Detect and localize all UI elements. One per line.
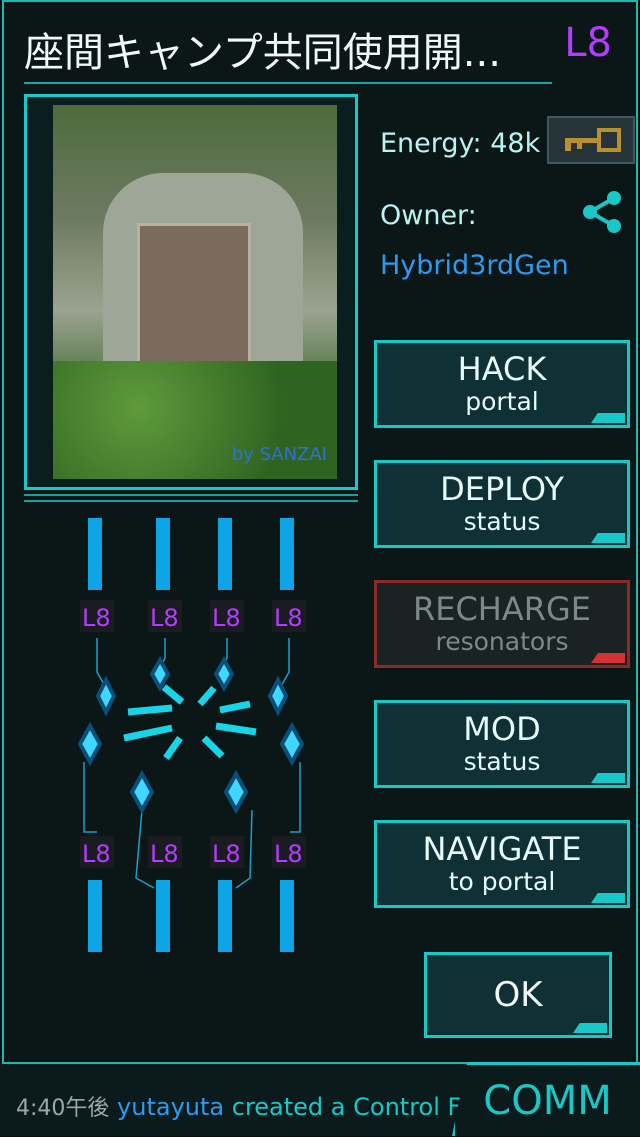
resonator-crystal-icon xyxy=(213,655,235,693)
resonator-energy-bar xyxy=(280,880,294,952)
deploy-status-button[interactable]: DEPLOY status xyxy=(374,460,630,548)
key-button[interactable] xyxy=(547,116,635,164)
comm-button[interactable]: COMM xyxy=(452,1062,640,1136)
portal-photo-frame[interactable]: by SANZAI xyxy=(24,94,358,490)
button-sublabel: to portal xyxy=(448,867,556,896)
resonator-diagram[interactable]: L8 L8 L8 L8 L8 L8 L8 L8 xyxy=(24,512,358,962)
button-label: RECHARGE xyxy=(413,590,591,628)
resonator-level: L8 xyxy=(82,604,111,632)
portal-panel: 座間キャンプ共同使用開... L8 by SANZAI Energy: 48k … xyxy=(2,0,638,1064)
resonator-level: L8 xyxy=(150,604,179,632)
owner-name-link[interactable]: Hybrid3rdGen xyxy=(380,250,569,281)
portal-photo[interactable]: by SANZAI xyxy=(53,105,337,479)
resonator-level: L8 xyxy=(150,840,179,868)
resonator-crystal-icon xyxy=(149,655,171,693)
title-divider xyxy=(24,82,552,84)
resonator-level: L8 xyxy=(212,604,241,632)
comm-feed-line[interactable]: 4:40午後 yutayuta created a Control Field xyxy=(16,1090,503,1122)
photo-plaque xyxy=(137,223,251,379)
ok-button[interactable]: OK xyxy=(424,952,612,1038)
resonator-energy-bar xyxy=(156,518,170,590)
button-sublabel: portal xyxy=(465,387,539,416)
resonator-crystals xyxy=(77,655,305,815)
top-resonator-bars xyxy=(88,518,294,590)
button-sublabel: status xyxy=(463,747,541,776)
resonator-links xyxy=(83,638,301,889)
resonator-level: L8 xyxy=(274,604,303,632)
key-icon xyxy=(565,128,621,152)
portal-title: 座間キャンプ共同使用開... xyxy=(24,30,501,76)
top-resonator-levels: L8 L8 L8 L8 xyxy=(80,600,306,632)
resonator-energy-bar xyxy=(218,518,232,590)
resonator-level: L8 xyxy=(82,840,111,868)
photo-divider xyxy=(24,494,358,496)
button-sublabel: resonators xyxy=(435,627,569,656)
resonator-level: L8 xyxy=(212,840,241,868)
resonator-crystal-icon xyxy=(267,675,289,717)
resonator-energy-bar xyxy=(88,880,102,952)
button-label: HACK xyxy=(457,350,547,388)
navigate-to-portal-button[interactable]: NAVIGATE to portal xyxy=(374,820,630,908)
button-label: MOD xyxy=(463,710,541,748)
button-label: NAVIGATE xyxy=(422,830,582,868)
hack-portal-button[interactable]: HACK portal xyxy=(374,340,630,428)
resonator-energy-bar xyxy=(218,880,232,952)
resonator-crystal-icon xyxy=(129,769,155,815)
bottom-resonator-bars xyxy=(88,880,294,952)
portal-core-burst xyxy=(123,684,257,761)
resonator-crystal-icon xyxy=(95,675,117,717)
resonator-crystal-icon xyxy=(279,721,305,767)
button-label: DEPLOY xyxy=(440,470,564,508)
owner-label: Owner: xyxy=(380,200,477,231)
resonator-energy-bar xyxy=(156,880,170,952)
resonator-level: L8 xyxy=(274,840,303,868)
bottom-resonator-levels: L8 L8 L8 L8 xyxy=(80,836,306,868)
ok-label: OK xyxy=(493,975,543,1015)
comm-time: 4:40午後 xyxy=(16,1096,110,1121)
portal-level-badge: L8 xyxy=(564,20,612,66)
button-corner-accent xyxy=(573,1023,607,1033)
photo-divider xyxy=(24,500,358,502)
resonator-crystal-icon xyxy=(223,769,249,815)
resonator-energy-bar xyxy=(280,518,294,590)
photo-credit: by SANZAI xyxy=(231,444,327,465)
resonator-crystal-icon xyxy=(77,721,103,767)
comm-agent-name[interactable]: yutayuta xyxy=(117,1093,224,1121)
mod-status-button[interactable]: MOD status xyxy=(374,700,630,788)
recharge-resonators-button[interactable]: RECHARGE resonators xyxy=(374,580,630,668)
energy-label: Energy: 48k xyxy=(380,128,541,159)
button-sublabel: status xyxy=(463,507,541,536)
share-icon[interactable] xyxy=(578,188,626,236)
resonator-energy-bar xyxy=(88,518,102,590)
